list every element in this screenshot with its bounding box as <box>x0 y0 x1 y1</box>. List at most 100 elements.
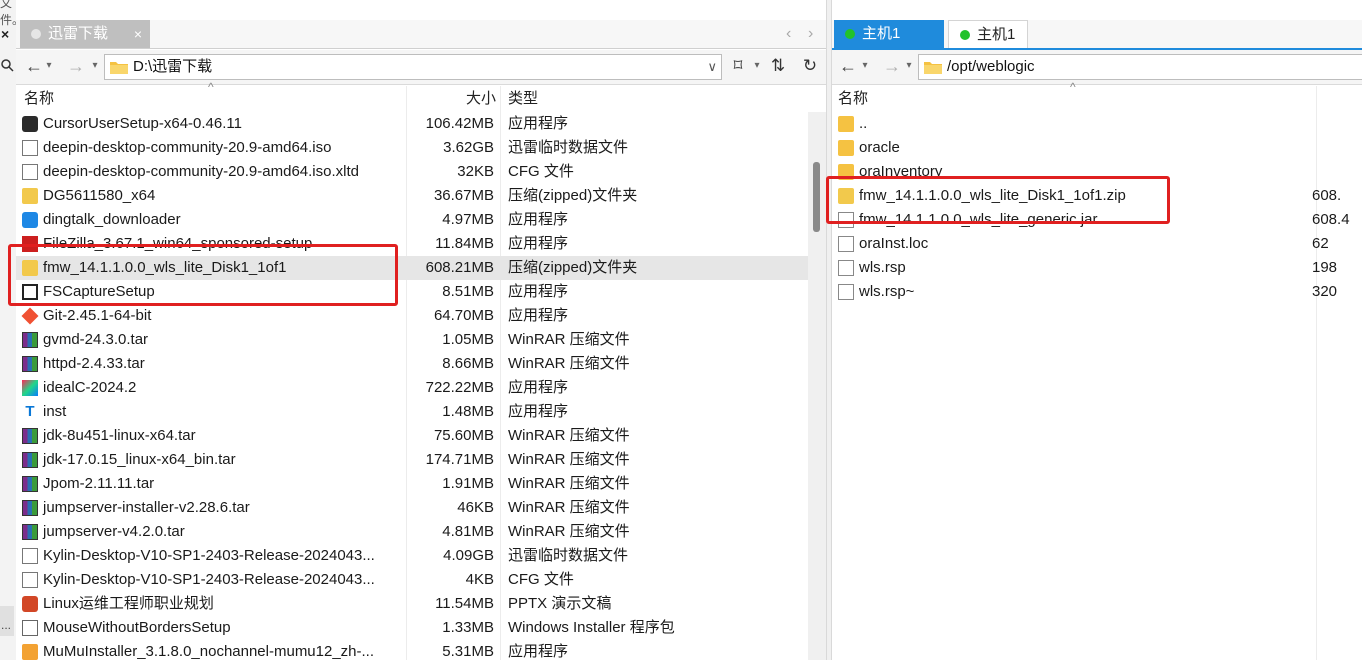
file-name: oracle <box>859 139 900 156</box>
file-size: 75.60MB <box>433 427 494 444</box>
file-type: CFG 文件 <box>508 571 574 588</box>
tab-local-folder[interactable]: 迅雷下载 × <box>20 20 150 48</box>
file-size: 1.48MB <box>442 403 494 420</box>
search-icon[interactable] <box>0 58 14 72</box>
file-row[interactable]: jdk-17.0.15_linux-x64_bin.tar 174.71MB Win… <box>16 448 826 472</box>
file-row[interactable]: Tinst 1.48MB 应用程序 <box>16 400 826 424</box>
back-icon[interactable]: ← <box>838 55 858 77</box>
file-row[interactable]: Kylin-Desktop-V10-SP1-2403-Release-20240… <box>16 568 826 592</box>
forward-icon[interactable]: → <box>882 55 902 77</box>
file-row[interactable]: Jpom-2.11.11.tar 1.91MB WinRAR 压缩文件 <box>16 472 826 496</box>
file-row[interactable]: Linux运维工程师职业规划 11.54MB PPTX 演示文稿 <box>16 592 826 616</box>
file-name: FileZilla_3.67.1_win64_sponsored-setup <box>43 235 313 252</box>
file-name: MouseWithoutBordersSetup <box>43 619 231 636</box>
back-history-icon[interactable]: ▾ <box>860 55 870 77</box>
tab-scroll-left-icon[interactable]: ‹ <box>786 20 791 48</box>
pptx-icon <box>22 596 38 612</box>
path-dropdown-icon[interactable]: ∨ <box>707 55 717 79</box>
file-name: jdk-17.0.15_linux-x64_bin.tar <box>43 451 236 468</box>
file-size: 1.33MB <box>442 619 494 636</box>
inst-icon: T <box>25 403 35 420</box>
file-type: WinRAR 压缩文件 <box>508 523 630 540</box>
file-name: Jpom-2.11.11.tar <box>43 475 155 492</box>
file-row[interactable]: .. <box>832 112 1362 136</box>
bookmark-icon[interactable]: ⌑ <box>728 55 748 77</box>
file-type: 应用程序 <box>508 403 569 420</box>
remote-tab-bar: 主机1 主机1 <box>832 20 1362 49</box>
tab-scroll-right-icon[interactable]: › <box>808 20 813 48</box>
file-row[interactable]: dingtalk_downloader 4.97MB 应用程序 <box>16 208 826 232</box>
file-row[interactable]: FSCaptureSetup 8.51MB 应用程序 <box>16 280 826 304</box>
file-row[interactable]: MouseWithoutBordersSetup 1.33MB Windows In… <box>16 616 826 640</box>
local-file-panel: 迅雷下载 × ‹ › ← ▾ → ▾ D:\迅雷下载 ∨ ⌑ ▾ ⇅ ↻ 名称 … <box>8 0 826 660</box>
exe-icon <box>22 116 38 132</box>
file-type: 应用程序 <box>508 307 569 324</box>
file-size: 608.4 <box>1312 211 1350 228</box>
file-type: 应用程序 <box>508 379 569 396</box>
remote-address-bar: ← ▾ → ▾ /opt/weblogic <box>832 50 1362 85</box>
file-size: 4KB <box>465 571 494 588</box>
file-row[interactable]: oraInventory <box>832 160 1362 184</box>
back-icon[interactable]: ← <box>24 55 44 77</box>
file-size: 608.21MB <box>425 259 494 276</box>
tab-host-1[interactable]: 主机1 <box>948 20 1028 48</box>
folder-icon <box>838 116 854 132</box>
file-name: DG5611580_x64 <box>43 187 156 204</box>
bookmark-menu-icon[interactable]: ▾ <box>752 55 762 77</box>
file-row[interactable]: wls.rsp 198 <box>832 256 1362 280</box>
file-row[interactable]: deepin-desktop-community-20.9-amd64.iso 3… <box>16 136 826 160</box>
winrar-icon <box>22 500 38 516</box>
column-header-size[interactable]: 大小 <box>466 86 496 112</box>
file-row[interactable]: Kylin-Desktop-V10-SP1-2403-Release-20240… <box>16 544 826 568</box>
forward-history-icon[interactable]: ▾ <box>90 55 100 77</box>
local-path-input[interactable]: D:\迅雷下载 ∨ <box>104 54 722 80</box>
column-header-name[interactable]: 名称 <box>24 86 54 112</box>
scrollbar-thumb[interactable] <box>813 162 820 232</box>
close-icon[interactable]: × <box>1 26 9 42</box>
tab-status-dot <box>31 29 41 39</box>
sync-icon[interactable]: ⇅ <box>768 55 788 77</box>
forward-history-icon[interactable]: ▾ <box>904 55 914 77</box>
file-name: FSCaptureSetup <box>43 283 155 300</box>
file-size: 3.62GB <box>443 139 494 156</box>
file-row[interactable]: jdk-8u451-linux-x64.tar 75.60MB WinRAR 压缩文… <box>16 424 826 448</box>
file-name: wls.rsp~ <box>859 283 915 300</box>
file-row[interactable]: oraInst.loc 62 <box>832 232 1362 256</box>
file-row[interactable]: gvmd-24.3.0.tar 1.05MB WinRAR 压缩文件 <box>16 328 826 352</box>
local-tab-bar: 迅雷下载 × ‹ › <box>16 20 826 49</box>
file-row[interactable]: httpd-2.4.33.tar 8.66MB WinRAR 压缩文件 <box>16 352 826 376</box>
back-history-icon[interactable]: ▾ <box>44 55 54 77</box>
remote-path-input[interactable]: /opt/weblogic <box>918 54 1362 80</box>
file-name: deepin-desktop-community-20.9-amd64.iso <box>43 139 332 156</box>
file-row[interactable]: wls.rsp~ 320 <box>832 280 1362 304</box>
tab-close-icon[interactable]: × <box>134 20 142 48</box>
tab-host-1-active[interactable]: 主机1 <box>834 20 944 48</box>
zip-folder-icon <box>22 188 38 204</box>
file-size: 608. <box>1312 187 1342 204</box>
file-row[interactable]: jumpserver-v4.2.0.tar 4.81MB WinRAR 压缩文件 <box>16 520 826 544</box>
column-header-type[interactable]: 类型 <box>508 86 538 112</box>
file-row[interactable]: Git-2.45.1-64-bit 64.70MB 应用程序 <box>16 304 826 328</box>
more-icon[interactable]: ... <box>1 618 11 632</box>
file-type: 迅雷临时数据文件 <box>508 547 629 564</box>
file-row[interactable]: fmw_14.1.1.0.0_wls_lite_Disk1_1of1.zip 60… <box>832 184 1362 208</box>
refresh-icon[interactable]: ↻ <box>800 55 820 77</box>
file-row[interactable]: FileZilla_3.67.1_win64_sponsored-setup 11… <box>16 232 826 256</box>
forward-icon[interactable]: → <box>66 55 86 77</box>
idea-icon <box>22 380 38 396</box>
local-vertical-scrollbar[interactable] <box>808 112 826 660</box>
file-row[interactable]: idealC-2024.2 722.22MB 应用程序 <box>16 376 826 400</box>
file-name: jdk-8u451-linux-x64.tar <box>43 427 196 444</box>
file-row[interactable]: oracle <box>832 136 1362 160</box>
file-row[interactable]: CursorUserSetup-x64-0.46.11 106.42MB 应用程序 <box>16 112 826 136</box>
file-type: PPTX 演示文稿 <box>508 595 612 612</box>
file-row[interactable]: DG5611580_x64 36.67MB 压缩(zipped)文件夹 <box>16 184 826 208</box>
file-row[interactable]: deepin-desktop-community-20.9-amd64.iso.… <box>16 160 826 184</box>
file-name: jumpserver-installer-v2.28.6.tar <box>43 499 250 516</box>
file-row[interactable]: jumpserver-installer-v2.28.6.tar 46KB WinR… <box>16 496 826 520</box>
column-header-name[interactable]: 名称 <box>838 86 868 112</box>
file-row[interactable]: MuMuInstaller_3.1.8.0_nochannel-mumu12_z… <box>16 640 826 664</box>
file-row[interactable]: fmw_14.1.1.0.0_wls_lite_generic.jar 608.4 <box>832 208 1362 232</box>
file-row[interactable]: fmw_14.1.1.0.0_wls_lite_Disk1_1of1 608.21… <box>16 256 826 280</box>
file-name: Git-2.45.1-64-bit <box>43 307 152 324</box>
